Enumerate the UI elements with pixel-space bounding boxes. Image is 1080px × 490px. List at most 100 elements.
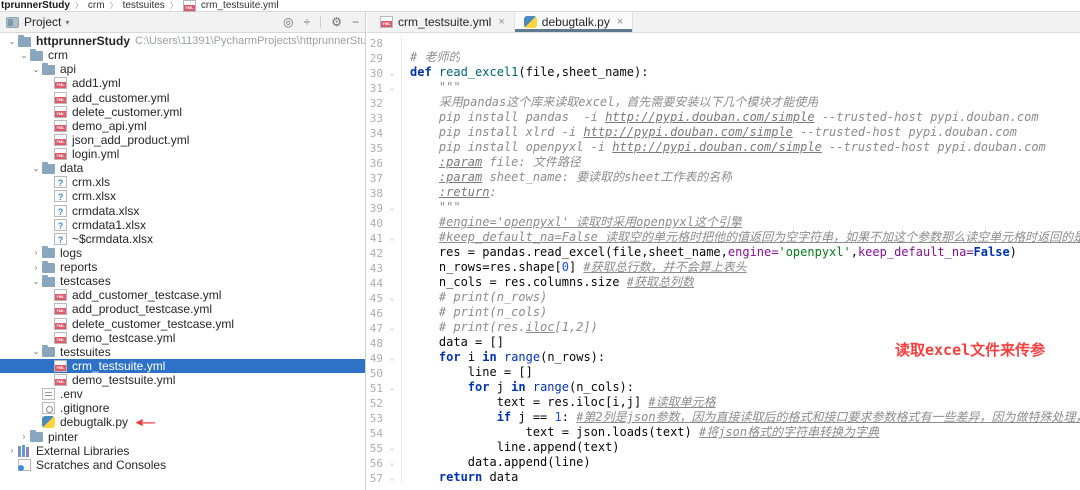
tree-item-label: demo_api.yml: [72, 118, 147, 133]
code-line: 37 :param sheet_name: 要读取的sheet工作表的名称: [367, 170, 1080, 185]
code-text: pip install pandas -i http://pypi.douban…: [410, 110, 1039, 124]
tree-row[interactable]: ⌄ httprunnerStudy C:\Users\11391\PycharmPr…: [0, 34, 365, 48]
tree-row[interactable]: delete_customer_testcase.yml: [0, 317, 365, 331]
breadcrumb-item[interactable]: crm: [88, 0, 105, 11]
line-number: 41: [369, 232, 383, 245]
tree-row[interactable]: .gitignore: [0, 401, 365, 415]
tree-row[interactable]: crmdata.xlsx: [0, 204, 365, 218]
tree-item-label: External Libraries: [36, 443, 130, 458]
code-text: 采用pandas这个库来读取excel，首先需要安装以下几个模块才能使用: [410, 95, 819, 109]
code-line: 32 采用pandas这个库来读取excel，首先需要安装以下几个模块才能使用: [367, 95, 1080, 110]
yml-file-icon: [54, 331, 67, 344]
tree-row[interactable]: ⌄ data: [0, 161, 365, 175]
settings-icon[interactable]: ⚙: [331, 15, 342, 29]
tree-row[interactable]: ⌄ api: [0, 62, 365, 76]
tree-row[interactable]: crmdata1.xlsx: [0, 218, 365, 232]
yml-file-icon: [54, 91, 67, 104]
fold-gutter: [383, 245, 402, 260]
tree-item-label: crm.xlsx: [72, 189, 116, 204]
tree-row[interactable]: ~$crmdata.xlsx: [0, 232, 365, 246]
fold-gutter: [383, 425, 402, 440]
chevron-down-icon[interactable]: ⌄: [18, 51, 30, 60]
fold-gutter: [383, 50, 402, 65]
fold-gutter: [383, 335, 402, 350]
chevron-down-icon[interactable]: ⌄: [30, 164, 42, 173]
chevron-right-icon[interactable]: ›: [30, 263, 42, 272]
line-number: 42: [369, 247, 383, 260]
tree-row[interactable]: crm.xlsx: [0, 189, 365, 203]
breadcrumb-item[interactable]: crm_testsuite.yml: [201, 0, 279, 11]
fold-marker-icon: ⌄: [383, 80, 402, 95]
folder-icon: [30, 430, 43, 443]
code-text: line = []: [410, 365, 533, 379]
tree-row[interactable]: crm.xls: [0, 175, 365, 189]
tree-row[interactable]: ⌄ testcases: [0, 274, 365, 288]
breadcrumb-item[interactable]: tprunnerStudy: [1, 0, 70, 11]
line-number: 51: [369, 382, 383, 395]
line-number: 52: [369, 397, 383, 410]
chevron-down-icon[interactable]: ⌄: [6, 37, 18, 46]
scratches-icon: [18, 458, 31, 471]
chevron-right-icon[interactable]: ›: [18, 432, 30, 441]
tree-row[interactable]: debugtalk.py ◄—: [0, 415, 365, 429]
tree-row[interactable]: crm_testsuite.yml: [0, 358, 365, 373]
editor[interactable]: crm_testsuite.yml × debugtalk.py × 28 29 # 老师…: [367, 12, 1080, 490]
tree-row[interactable]: add1.yml: [0, 76, 365, 90]
code-area[interactable]: 28 29 # 老师的 30 ⌄ def read_excel1(file,sheet_n…: [367, 33, 1080, 485]
tree-row[interactable]: › logs: [0, 246, 365, 260]
hide-icon[interactable]: −: [352, 15, 359, 29]
tree-row[interactable]: json_add_product.yml: [0, 133, 365, 147]
code-text: # print(res.iloc[1,2]): [410, 320, 598, 334]
tree-row[interactable]: .env: [0, 387, 365, 401]
tree-row[interactable]: add_customer.yml: [0, 91, 365, 105]
chevron-down-icon[interactable]: ⌄: [30, 277, 42, 286]
tree-row[interactable]: demo_testcase.yml: [0, 331, 365, 345]
tree-row[interactable]: demo_api.yml: [0, 119, 365, 133]
line-number: 32: [369, 97, 383, 110]
tree-row[interactable]: delete_customer.yml: [0, 105, 365, 119]
tree-row[interactable]: ⌄ crm: [0, 48, 365, 62]
tree-row[interactable]: › External Libraries: [0, 444, 365, 458]
code-text: text = res.iloc[i,j] #读取单元格: [410, 395, 716, 409]
tree-row[interactable]: › reports: [0, 260, 365, 274]
code-text: def read_excel1(file,sheet_name):: [410, 65, 649, 79]
tree-row[interactable]: ⌄ testsuites: [0, 345, 365, 359]
breadcrumb-separator: 〉: [74, 1, 83, 10]
chevron-right-icon[interactable]: ›: [6, 446, 18, 455]
code-line: 51 ⌄ for j in range(n_cols):: [367, 380, 1080, 395]
fold-gutter: [383, 110, 402, 125]
editor-tab[interactable]: crm_testsuite.yml ×: [371, 12, 515, 32]
line-number: 45: [369, 292, 383, 305]
yml-file-icon: [54, 317, 67, 330]
fold-gutter: [383, 275, 402, 290]
tab-label: crm_testsuite.yml: [398, 15, 492, 29]
code-text: data.append(line): [410, 455, 591, 469]
tree-row[interactable]: add_product_testcase.yml: [0, 302, 365, 316]
chevron-right-icon[interactable]: ›: [30, 248, 42, 257]
tree-row[interactable]: › pinter: [0, 430, 365, 444]
code-text: if j == 1: #第2列是json参数，因为直接读取后的格式和接口要求参数…: [496, 410, 1080, 424]
tree-item-label: add_product_testcase.yml: [72, 302, 213, 317]
chevron-down-icon[interactable]: ⌄: [30, 347, 42, 356]
tree-row[interactable]: add_customer_testcase.yml: [0, 288, 365, 302]
tree-row[interactable]: Scratches and Consoles: [0, 458, 365, 472]
tree-row[interactable]: demo_testsuite.yml: [0, 373, 365, 387]
code-line: 44 n_cols = res.columns.size #获取总列数: [367, 275, 1080, 290]
folder-icon: [42, 62, 55, 75]
excel-file-icon: [54, 218, 67, 231]
tree-row[interactable]: login.yml: [0, 147, 365, 161]
close-icon[interactable]: ×: [498, 16, 504, 28]
fold-marker-icon: ⌄: [383, 200, 402, 215]
tree-item-label: data: [60, 161, 84, 176]
locate-icon[interactable]: ◎: [283, 15, 293, 29]
collapse-all-icon[interactable]: ÷: [304, 15, 311, 29]
editor-tab[interactable]: debugtalk.py ×: [514, 12, 634, 32]
breadcrumb-item[interactable]: testsuites: [123, 0, 165, 11]
close-icon[interactable]: ×: [617, 16, 623, 28]
project-panel-title[interactable]: Project: [24, 15, 61, 29]
fold-gutter: [383, 365, 402, 380]
chevron-down-icon[interactable]: ▾: [65, 18, 69, 27]
code-line: 35 pip install openpyxl -i http://pypi.d…: [367, 140, 1080, 155]
line-number: 39: [369, 202, 383, 215]
chevron-down-icon[interactable]: ⌄: [30, 65, 42, 74]
